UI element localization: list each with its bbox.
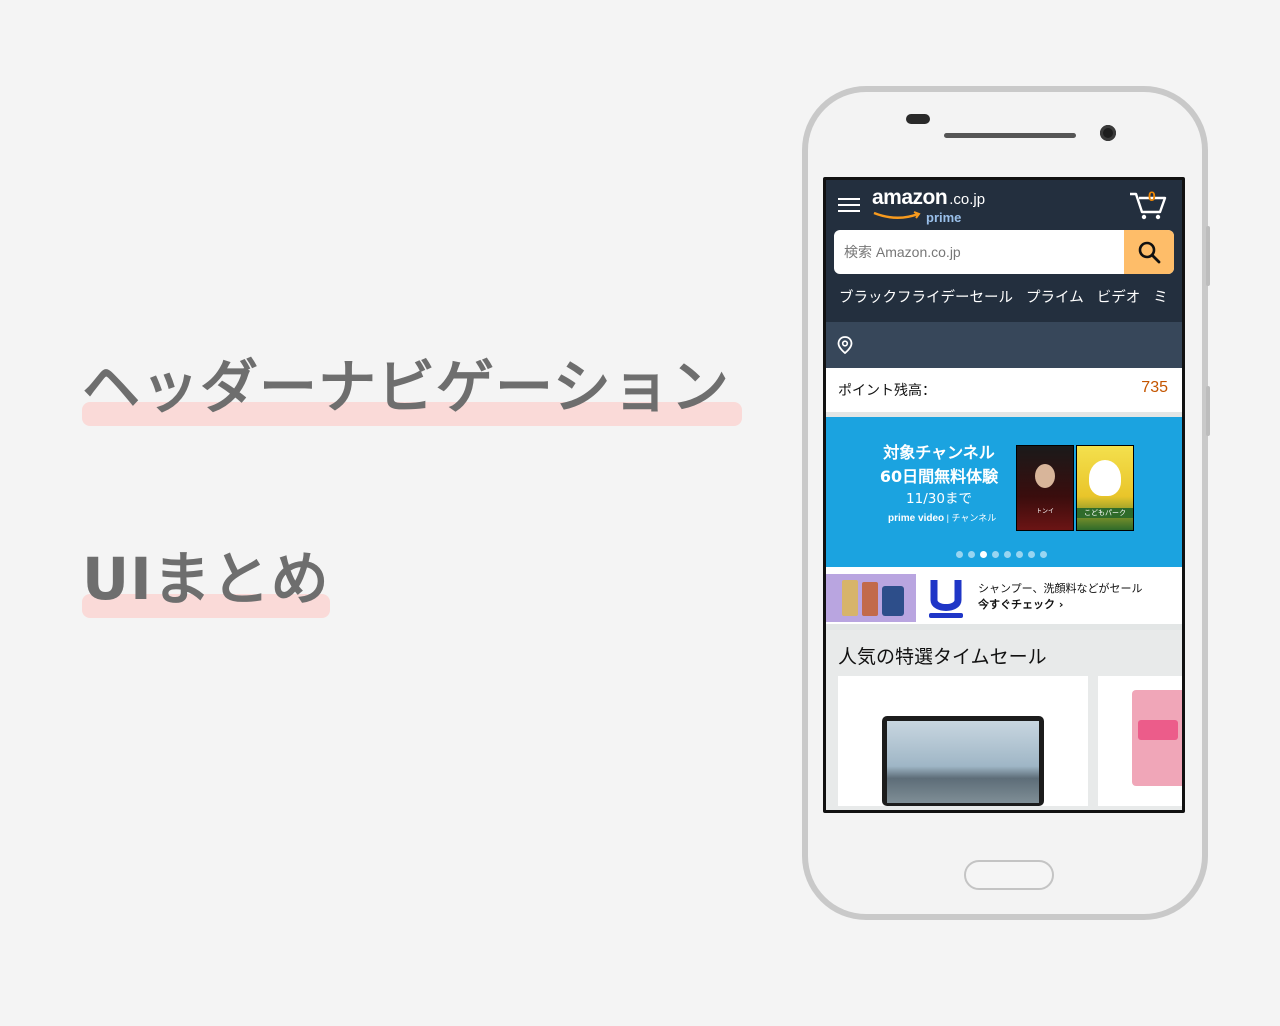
- poster-kids-caption: こどもパーク: [1077, 508, 1133, 518]
- headline-subtitle: UIまとめ: [82, 532, 330, 618]
- nav-item-more[interactable]: ミ: [1153, 290, 1168, 306]
- app-header: amazon .co.jp prime 0 検索 Amazon.co.jp ブラ…: [826, 180, 1182, 322]
- carousel-dot[interactable]: [1040, 551, 1047, 558]
- points-label: ポイント残高：: [838, 383, 936, 399]
- category-nav: ブラックフライデーセール プライム ビデオミ: [826, 286, 1182, 310]
- deal-card-diapers[interactable]: [1098, 676, 1182, 806]
- search-input[interactable]: [834, 230, 1122, 274]
- menu-icon[interactable]: [838, 194, 860, 214]
- cart-count: 0: [1148, 188, 1156, 204]
- phone-side-button: [1206, 226, 1210, 286]
- unilever-ad[interactable]: シャンプー、洗顔料などがセール 今すぐチェック ›: [826, 572, 1182, 630]
- deal-card-laptop[interactable]: [838, 676, 1088, 806]
- carousel-dot[interactable]: [956, 551, 963, 558]
- prime-video-text: prime video: [888, 513, 945, 524]
- poster-drama-caption: トンイ: [1035, 508, 1054, 515]
- points-value: 735: [1141, 379, 1168, 396]
- carousel-dot[interactable]: [1004, 551, 1011, 558]
- diaper-image: [1132, 690, 1182, 786]
- ad-product-image: [826, 574, 916, 622]
- search-icon: [1138, 241, 1161, 264]
- carousel-dots[interactable]: [956, 551, 1047, 558]
- phone-earpiece: [944, 133, 1076, 138]
- search-bar: [834, 230, 1174, 274]
- deals-section: 人気の特選タイムセール: [826, 630, 1182, 810]
- location-bar[interactable]: [826, 322, 1182, 368]
- ad-line1: シャンプー、洗顔料などがセール: [978, 582, 1143, 595]
- carousel-dot[interactable]: [980, 551, 987, 558]
- search-button[interactable]: [1124, 230, 1174, 274]
- deals-title: 人気の特選タイムセール: [838, 646, 1047, 668]
- points-balance[interactable]: ポイント残高： 735: [826, 368, 1182, 417]
- nav-item-prime[interactable]: プライム: [1026, 290, 1084, 306]
- carousel-dot[interactable]: [968, 551, 975, 558]
- poster-kids: こどもパーク: [1076, 445, 1134, 531]
- logo-smile-icon: [873, 211, 921, 219]
- cart-button[interactable]: 0: [1128, 186, 1168, 220]
- headline-title-text: ヘッダーナビゲーション: [82, 353, 730, 421]
- prime-video-brand: prime video | チャンネル: [888, 511, 996, 524]
- headline-title: ヘッダーナビゲーション: [82, 340, 742, 426]
- phone-screen: amazon .co.jp prime 0 検索 Amazon.co.jp ブラ…: [823, 177, 1185, 813]
- nav-item-black-friday[interactable]: ブラックフライデーセール: [839, 290, 1013, 306]
- logo-word: amazon: [872, 186, 948, 209]
- promo-banner[interactable]: 対象チャンネル 60日間無料体験 11/30まで prime video | チ…: [826, 417, 1182, 567]
- logo-prime: prime: [926, 210, 962, 225]
- poster-drama: トンイ: [1016, 445, 1074, 531]
- channel-text: | チャンネル: [946, 513, 997, 523]
- carousel-dot[interactable]: [1028, 551, 1035, 558]
- amazon-logo[interactable]: amazon .co.jp prime: [872, 186, 986, 225]
- unilever-logo: [929, 580, 963, 618]
- location-pin-icon: [837, 336, 853, 354]
- carousel-dot[interactable]: [1016, 551, 1023, 558]
- phone-home-button[interactable]: [964, 860, 1054, 890]
- nav-item-video[interactable]: ビデオ: [1097, 290, 1141, 306]
- headline-subtitle-text: UIまとめ: [82, 545, 330, 613]
- phone-side-button: [1206, 386, 1210, 436]
- carousel-dot[interactable]: [992, 551, 999, 558]
- phone-sensor: [906, 114, 930, 124]
- amazon-app: amazon .co.jp prime 0 検索 Amazon.co.jp ブラ…: [826, 180, 1182, 810]
- front-camera-icon: [1100, 125, 1116, 141]
- logo-tld: .co.jp: [949, 191, 986, 208]
- ad-link[interactable]: 今すぐチェック ›: [978, 596, 1063, 612]
- laptop-image: [882, 716, 1044, 806]
